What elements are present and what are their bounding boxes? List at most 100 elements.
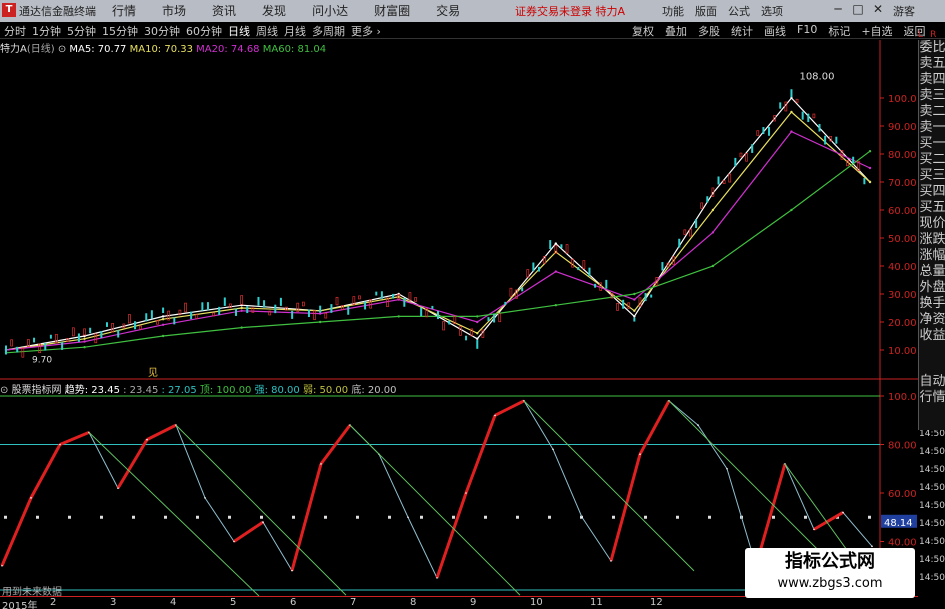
ma-point — [83, 340, 86, 343]
side-item[interactable]: 买五 — [919, 200, 945, 216]
candle — [768, 126, 771, 136]
ma-point — [711, 208, 715, 212]
candle — [240, 295, 243, 305]
candle — [801, 111, 804, 120]
trend-point — [842, 511, 844, 514]
candle — [100, 331, 103, 339]
candle — [94, 333, 98, 344]
candle — [650, 294, 653, 298]
candle — [375, 291, 378, 296]
side-time-tick: 14:50 — [919, 429, 945, 439]
ma-point — [318, 312, 322, 315]
ma20-label: MA20: 74.68 — [196, 44, 260, 55]
quote-side-panel: 委比 卖五 卖四 卖三 卖二 卖一 买一 买二 买三 买四 买五 现价 涨跌 涨幅 总量 外盘 换手 净资 收益自动… — [918, 40, 945, 430]
trend-segment — [697, 424, 728, 470]
sub-weak-dot — [292, 515, 295, 519]
time-axis-tick: 7 — [350, 597, 357, 608]
candle — [644, 293, 647, 302]
candle — [16, 346, 19, 353]
candle — [302, 301, 305, 307]
candle — [616, 303, 619, 311]
ma-point — [554, 304, 558, 307]
ma10-label: MA10: 70.33 — [129, 44, 193, 55]
candle — [347, 306, 350, 315]
ma-point — [633, 292, 636, 296]
candle — [751, 144, 754, 153]
sub-tick-label: 40.00 — [888, 538, 917, 549]
candle — [560, 244, 563, 249]
trend-segment — [494, 399, 525, 417]
side-item[interactable]: 卖三 — [919, 88, 945, 104]
time-axis-tick: 2 — [50, 597, 57, 608]
side-item[interactable]: 现价 — [919, 216, 945, 232]
side-spacer — [919, 344, 945, 374]
side-item[interactable]: 卖四 — [919, 72, 945, 88]
settings-icon[interactable]: ⊙ — [58, 44, 70, 55]
candle — [380, 291, 383, 299]
candle — [274, 304, 277, 314]
time-axis-tick: 12 — [650, 597, 663, 608]
ma-info-bar: 特力A(日线) ⊙ MA5: 70.77 MA10: 70.33 MA20: 7… — [0, 40, 880, 55]
ma-point — [476, 332, 479, 335]
price-tick-label: 50.00 — [888, 234, 917, 245]
candle — [728, 173, 732, 183]
side-item[interactable]: 买二 — [919, 152, 945, 168]
trend-point — [465, 492, 467, 494]
app-window: T 通达信金融终端 行情 市场 资讯 发现 问小达 财富圈 交易 证券交易未登录… — [0, 0, 945, 609]
candle — [392, 293, 395, 299]
side-time-tick: 14:50 — [919, 501, 945, 511]
candle — [504, 301, 507, 305]
candle — [779, 102, 782, 109]
side-item[interactable]: 涨幅 — [919, 248, 945, 264]
ma-point — [790, 130, 793, 133]
ma-point — [318, 320, 322, 324]
ma-point — [397, 315, 400, 318]
candle — [369, 299, 373, 309]
side-item[interactable]: 涨跌 — [919, 232, 945, 248]
side-item[interactable]: 委比 — [919, 40, 945, 56]
side-item[interactable]: 净资 — [919, 312, 945, 328]
side-item[interactable]: 卖一 — [919, 120, 945, 136]
trend-point — [871, 545, 873, 548]
side-bottom-item[interactable]: 行情 — [919, 390, 945, 406]
trend-segment — [290, 463, 323, 571]
candle — [173, 317, 176, 325]
side-item[interactable]: 收益 — [919, 328, 945, 344]
candle — [5, 345, 7, 355]
candle — [117, 329, 120, 338]
side-item[interactable]: 换手 — [919, 296, 945, 312]
time-axis-tick: 8 — [410, 597, 417, 608]
trend-segment — [59, 430, 90, 446]
side-item[interactable]: 买四 — [919, 184, 945, 200]
current-value-label: 48.14 — [884, 518, 913, 529]
candle — [246, 306, 249, 314]
price-tick-label: 60.00 — [888, 206, 917, 217]
side-item[interactable]: 外盘 — [919, 280, 945, 296]
candle — [33, 337, 36, 343]
candle — [319, 305, 322, 313]
trend-segment — [407, 517, 438, 579]
candle — [190, 311, 193, 320]
side-item[interactable]: 卖二 — [919, 104, 945, 120]
ma-point — [83, 346, 86, 349]
candle — [105, 322, 108, 327]
sub-weak-dot — [356, 515, 359, 519]
candle — [335, 296, 339, 306]
side-bottom-item[interactable]: 自动 — [919, 374, 945, 390]
candle — [689, 228, 692, 237]
indicator-settings-icon[interactable]: ⊙ — [0, 385, 12, 396]
sub-weak-dot — [612, 515, 615, 519]
trend-point — [146, 438, 148, 441]
candle — [582, 260, 586, 269]
sub-tick-label: 60.00 — [888, 489, 917, 500]
ma-point — [476, 315, 479, 318]
candle — [403, 298, 406, 307]
sub-weak-dot — [260, 515, 263, 519]
side-item[interactable]: 总量 — [919, 264, 945, 280]
side-item[interactable]: 买一 — [919, 136, 945, 152]
side-item[interactable]: 买三 — [919, 168, 945, 184]
sub-weak-dot — [708, 515, 711, 519]
side-item[interactable]: 卖五 — [919, 56, 945, 72]
trend-point — [697, 424, 699, 426]
candle — [448, 320, 451, 325]
